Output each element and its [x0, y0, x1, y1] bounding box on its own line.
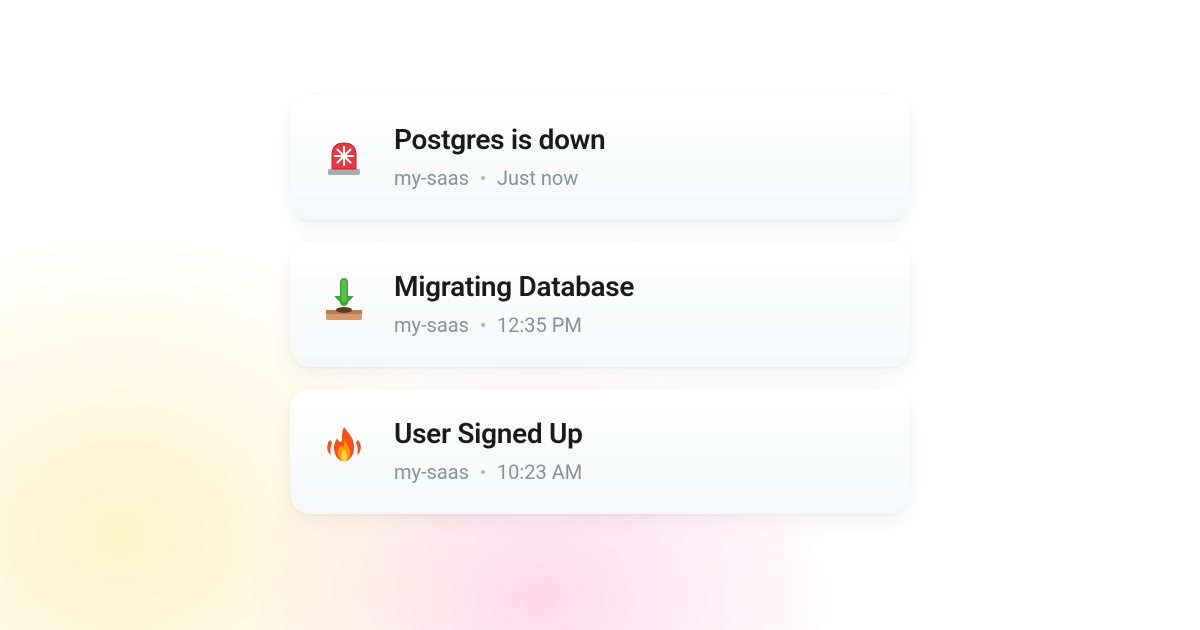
- notification-project: my-saas: [394, 460, 469, 484]
- notification-project: my-saas: [394, 313, 469, 337]
- notification-time: Just now: [497, 166, 578, 190]
- notification-title: Migrating Database: [394, 270, 880, 303]
- notification-list: Postgres is down my-saas Just now Migrat…: [290, 95, 910, 514]
- notification-card[interactable]: User Signed Up my-saas 10:23 AM: [290, 389, 910, 514]
- notification-body: Migrating Database my-saas 12:35 PM: [394, 270, 880, 337]
- siren-icon: [320, 129, 368, 177]
- notification-card[interactable]: Migrating Database my-saas 12:35 PM: [290, 242, 910, 367]
- notification-meta: my-saas Just now: [394, 166, 880, 190]
- meta-separator-icon: [481, 323, 485, 327]
- fire-icon: [320, 423, 368, 471]
- notification-time: 10:23 AM: [497, 460, 582, 484]
- download-tray-icon: [320, 276, 368, 324]
- notification-card[interactable]: Postgres is down my-saas Just now: [290, 95, 910, 220]
- notification-meta: my-saas 12:35 PM: [394, 313, 880, 337]
- meta-separator-icon: [481, 176, 485, 180]
- notification-time: 12:35 PM: [497, 313, 582, 337]
- notification-title: Postgres is down: [394, 123, 880, 156]
- meta-separator-icon: [481, 470, 485, 474]
- notification-title: User Signed Up: [394, 417, 880, 450]
- notification-meta: my-saas 10:23 AM: [394, 460, 880, 484]
- notification-project: my-saas: [394, 166, 469, 190]
- notification-body: User Signed Up my-saas 10:23 AM: [394, 417, 880, 484]
- notification-body: Postgres is down my-saas Just now: [394, 123, 880, 190]
